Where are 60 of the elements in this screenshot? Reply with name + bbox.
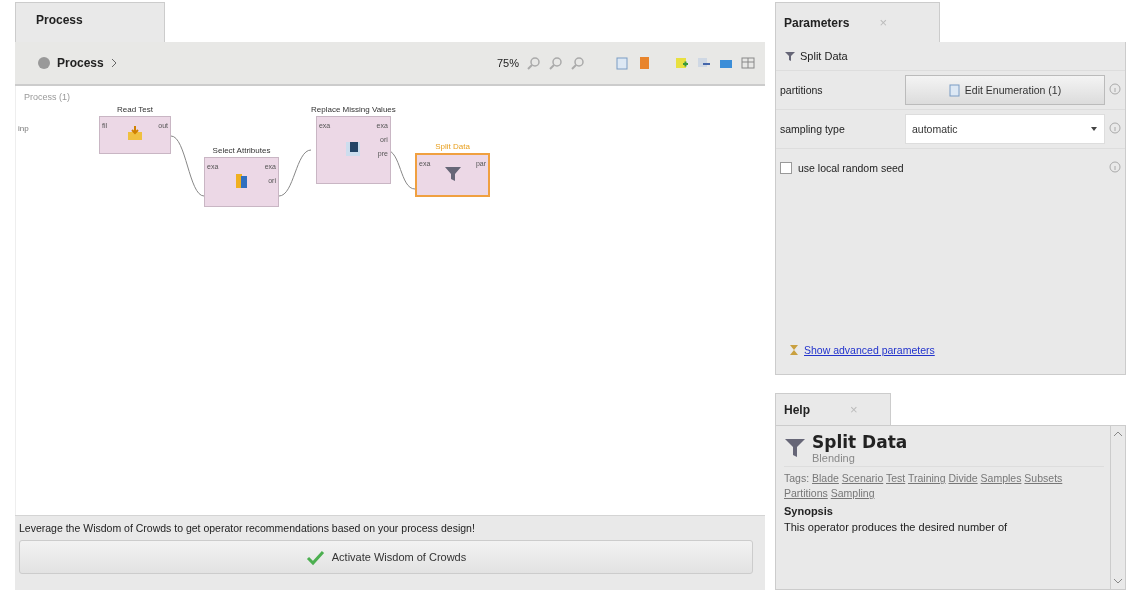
process-tab[interactable]: Process <box>15 2 165 42</box>
help-tab[interactable]: Help <box>784 402 810 417</box>
scroll-up-icon[interactable] <box>1113 430 1123 438</box>
info-icon[interactable] <box>1109 122 1121 134</box>
operator-label: Select Attributes <box>212 146 271 155</box>
tag-link[interactable]: Sampling <box>830 487 875 499</box>
operator-label: Split Data <box>435 142 470 151</box>
advanced-parameters-link[interactable]: Show advanced parameters <box>804 344 935 356</box>
zoom-fit-icon[interactable] <box>571 56 585 70</box>
tag-link[interactable]: Training <box>908 472 946 484</box>
activate-button[interactable]: Activate Wisdom of Crowds <box>19 540 753 574</box>
tag-link[interactable]: Test <box>886 472 906 484</box>
add-icon[interactable] <box>675 56 689 70</box>
process-icon[interactable] <box>37 56 51 70</box>
operator-group: Blending <box>812 452 908 464</box>
info-icon[interactable] <box>1109 83 1121 95</box>
operator-label: Replace Missing Values <box>311 105 396 114</box>
input-port[interactable]: inp <box>18 124 29 133</box>
tag-link[interactable]: Partitions <box>784 487 828 499</box>
recommendation-message: Leverage the Wisdom of Crowds to get operator recommendations based on your process design! <box>19 522 476 534</box>
breadcrumb-link[interactable]: Process <box>57 56 104 70</box>
chevron-right-icon[interactable] <box>109 58 118 68</box>
operator-icon <box>344 140 363 158</box>
filter-icon <box>784 50 796 62</box>
hourglass-icon <box>788 344 800 356</box>
help-title: Split Data <box>812 432 908 452</box>
operator-name: Split Data <box>800 50 848 62</box>
scroll-down-icon[interactable] <box>1113 577 1123 585</box>
tag-link[interactable]: Blade <box>812 472 839 484</box>
zoom-level: 75% <box>496 57 519 69</box>
scrollbar[interactable] <box>1110 426 1125 589</box>
connector-line <box>278 149 312 197</box>
process-label: Process (1) <box>24 92 70 102</box>
tag-link[interactable]: Scenario <box>841 472 884 484</box>
operator-icon <box>126 125 144 143</box>
zoom-out-icon[interactable] <box>549 56 563 70</box>
dropdown-arrow-icon <box>1090 125 1098 133</box>
edit-icon <box>948 83 961 97</box>
parameter-label: sampling type <box>780 123 846 135</box>
connector-line <box>170 135 205 197</box>
filter-icon <box>784 437 806 459</box>
tag-link[interactable]: Subsets <box>1024 472 1063 484</box>
parameters-tab[interactable]: Parameters <box>784 15 850 30</box>
document-icon[interactable] <box>615 56 629 70</box>
synopsis-heading: Synopsis <box>784 505 834 517</box>
edit-enumeration-button[interactable]: Edit Enumeration (1) <box>905 75 1105 105</box>
checkbox-label: use local random seed <box>798 162 904 174</box>
layout-icon[interactable] <box>741 56 755 70</box>
synopsis-text: This operator produces the desired number of <box>784 521 1009 533</box>
checkmark-icon <box>305 548 326 566</box>
operator-icon <box>443 165 462 183</box>
checkbox[interactable] <box>780 162 792 174</box>
tags-label: Tags: <box>784 472 810 484</box>
tag-link[interactable]: Samples <box>980 472 1022 484</box>
parameter-label: partitions <box>780 84 824 96</box>
info-icon[interactable] <box>1109 161 1121 173</box>
operator-label: Read Test <box>117 105 153 114</box>
sampling-dropdown[interactable]: automatic <box>905 114 1105 144</box>
tag-link[interactable]: Divide <box>948 472 978 484</box>
zoom-in-icon[interactable] <box>527 56 541 70</box>
